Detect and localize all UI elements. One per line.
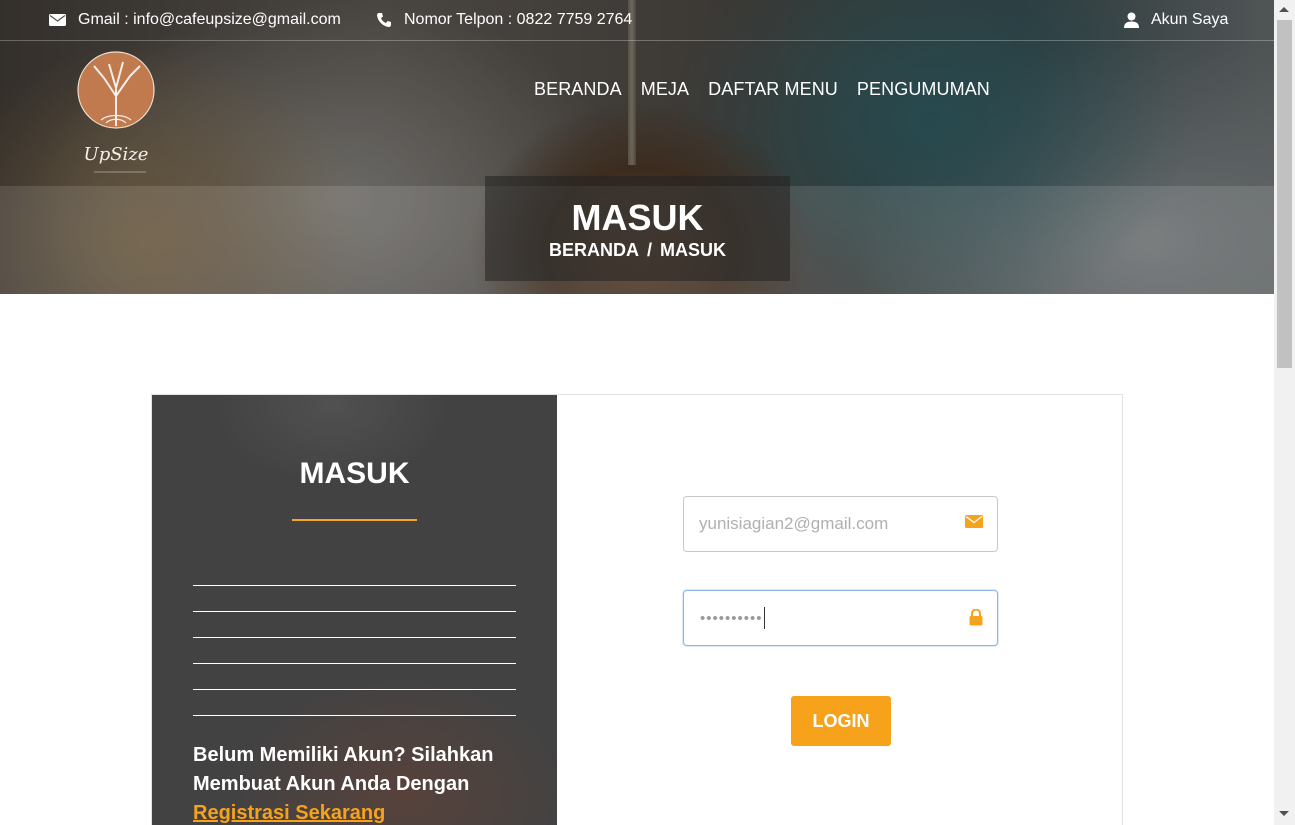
email-text: Gmail : info@cafeupsize@gmail.com <box>78 11 341 28</box>
register-link[interactable]: Registrasi Sekarang <box>193 799 523 825</box>
svg-text:UpSize: UpSize <box>84 144 149 165</box>
nav-beranda[interactable]: BERANDA <box>534 79 622 100</box>
page-title: MASUK <box>571 197 704 238</box>
divider-line <box>193 715 516 716</box>
login-button[interactable]: LOGIN <box>791 696 891 746</box>
divider-line <box>193 585 516 586</box>
email-info[interactable]: Gmail : info@cafeupsize@gmail.com <box>49 11 341 29</box>
nav-meja[interactable]: MEJA <box>641 79 689 100</box>
account-link[interactable]: Akun Saya <box>1124 11 1228 29</box>
nav-daftar-menu[interactable]: DAFTAR MENU <box>708 79 838 100</box>
scroll-up-icon[interactable] <box>1279 7 1289 12</box>
register-promo: Belum Memiliki Akun? Silahkan Membuat Ak… <box>193 741 523 825</box>
divider-line <box>193 663 516 664</box>
phone-icon <box>377 13 391 27</box>
account-label: Akun Saya <box>1151 11 1229 28</box>
login-info-panel: MASUK Belum Memiliki Akun? Silahkan Memb… <box>152 395 557 825</box>
password-field[interactable]: •••••••••• <box>683 590 998 646</box>
divider-line <box>193 637 516 638</box>
scroll-down-icon[interactable] <box>1279 811 1289 816</box>
page-title-box: MASUK BERANDA / MASUK <box>485 176 790 281</box>
breadcrumb: BERANDA / MASUK <box>485 240 790 261</box>
password-input[interactable]: •••••••••• <box>700 610 763 627</box>
scroll-thumb[interactable] <box>1277 20 1292 368</box>
upsize-logo[interactable]: UpSize <box>76 48 162 178</box>
page-scrollbar[interactable] <box>1274 0 1295 825</box>
title-underline <box>292 519 417 521</box>
main-nav: BERANDA MEJA DAFTAR MENU PENGUMUMAN <box>534 79 990 100</box>
user-icon <box>1124 12 1139 28</box>
email-field[interactable] <box>683 496 998 552</box>
nav-pengumuman[interactable]: PENGUMUMAN <box>857 79 990 100</box>
lock-icon <box>969 609 983 626</box>
top-info-bar: Gmail : info@cafeupsize@gmail.com Nomor … <box>0 0 1274 41</box>
text-cursor <box>763 607 765 629</box>
login-card: MASUK Belum Memiliki Akun? Silahkan Memb… <box>151 394 1123 825</box>
email-input[interactable] <box>699 514 949 534</box>
breadcrumb-current: MASUK <box>660 240 726 260</box>
hero-banner: Gmail : info@cafeupsize@gmail.com Nomor … <box>0 0 1274 294</box>
divider-line <box>193 689 516 690</box>
breadcrumb-home[interactable]: BERANDA <box>549 240 639 261</box>
envelope-icon <box>49 14 66 26</box>
envelope-icon <box>965 515 983 528</box>
phone-info[interactable]: Nomor Telpon : 0822 7759 2764 <box>376 11 632 29</box>
register-promo-text: Belum Memiliki Akun? Silahkan Membuat Ak… <box>193 744 494 795</box>
phone-text: Nomor Telpon : 0822 7759 2764 <box>404 11 633 28</box>
panel-title: MASUK <box>299 457 410 490</box>
breadcrumb-separator: / <box>646 240 652 260</box>
divider-line <box>193 611 516 612</box>
